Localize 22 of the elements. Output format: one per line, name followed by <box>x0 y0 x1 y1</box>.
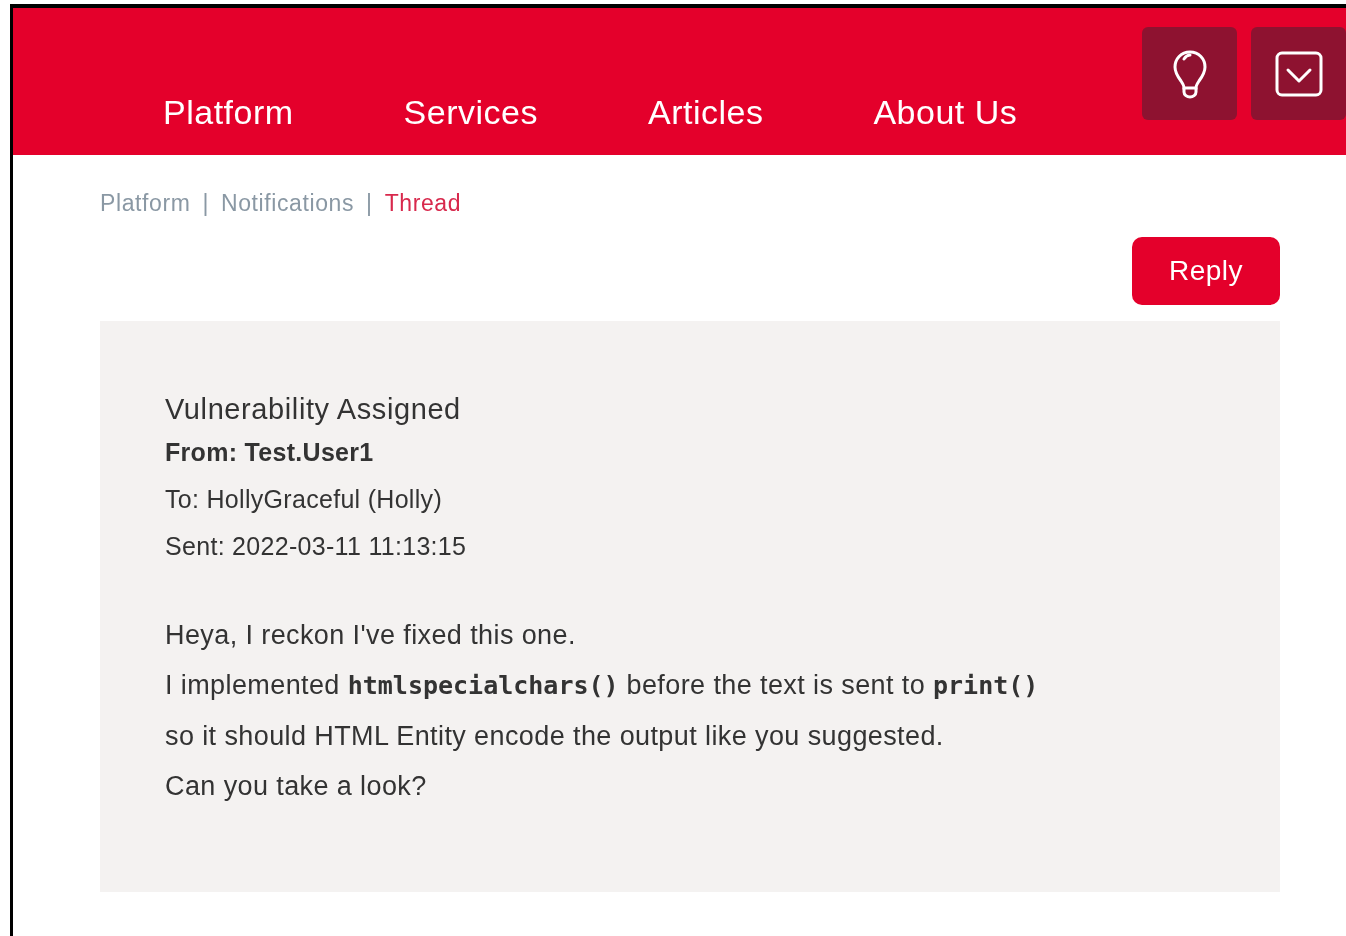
breadcrumb-link[interactable]: Notifications <box>221 189 355 217</box>
message-text: Heya, I reckon I've fixed this one. <box>165 619 577 652</box>
message-sender: From: Test.User1 <box>165 437 375 468</box>
hint-button[interactable] <box>1142 27 1237 120</box>
inbox-button[interactable] <box>1251 27 1346 120</box>
message-timestamp: Sent: 2022-03-11 11:13:15 <box>165 531 468 562</box>
message-text: so it should HTML Entity encode the output like you suggested. <box>165 720 945 753</box>
breadcrumb-separator: | <box>202 189 209 217</box>
nav-link[interactable]: Services <box>390 92 551 132</box>
nav-link[interactable]: Platform <box>150 92 307 132</box>
message-recipient: To: HollyGraceful (Holly) <box>165 484 443 515</box>
breadcrumb-link[interactable]: Platform <box>100 189 191 217</box>
message-text: I implemented htmlspecialchars() before the text is sent to print() <box>165 669 1040 702</box>
breadcrumb-separator: | <box>366 189 373 217</box>
nav-link[interactable]: Articles <box>634 92 777 132</box>
nav-link[interactable]: About Us <box>860 92 1031 132</box>
reply-button[interactable]: Reply <box>1132 237 1280 305</box>
message-subject: Vulnerability Assigned <box>165 392 462 427</box>
checkbox-chevron-icon <box>1274 50 1323 97</box>
lightbulb-icon <box>1171 48 1208 99</box>
breadcrumb-link[interactable]: Thread <box>384 189 462 217</box>
message-text: Can you take a look? <box>165 770 428 803</box>
